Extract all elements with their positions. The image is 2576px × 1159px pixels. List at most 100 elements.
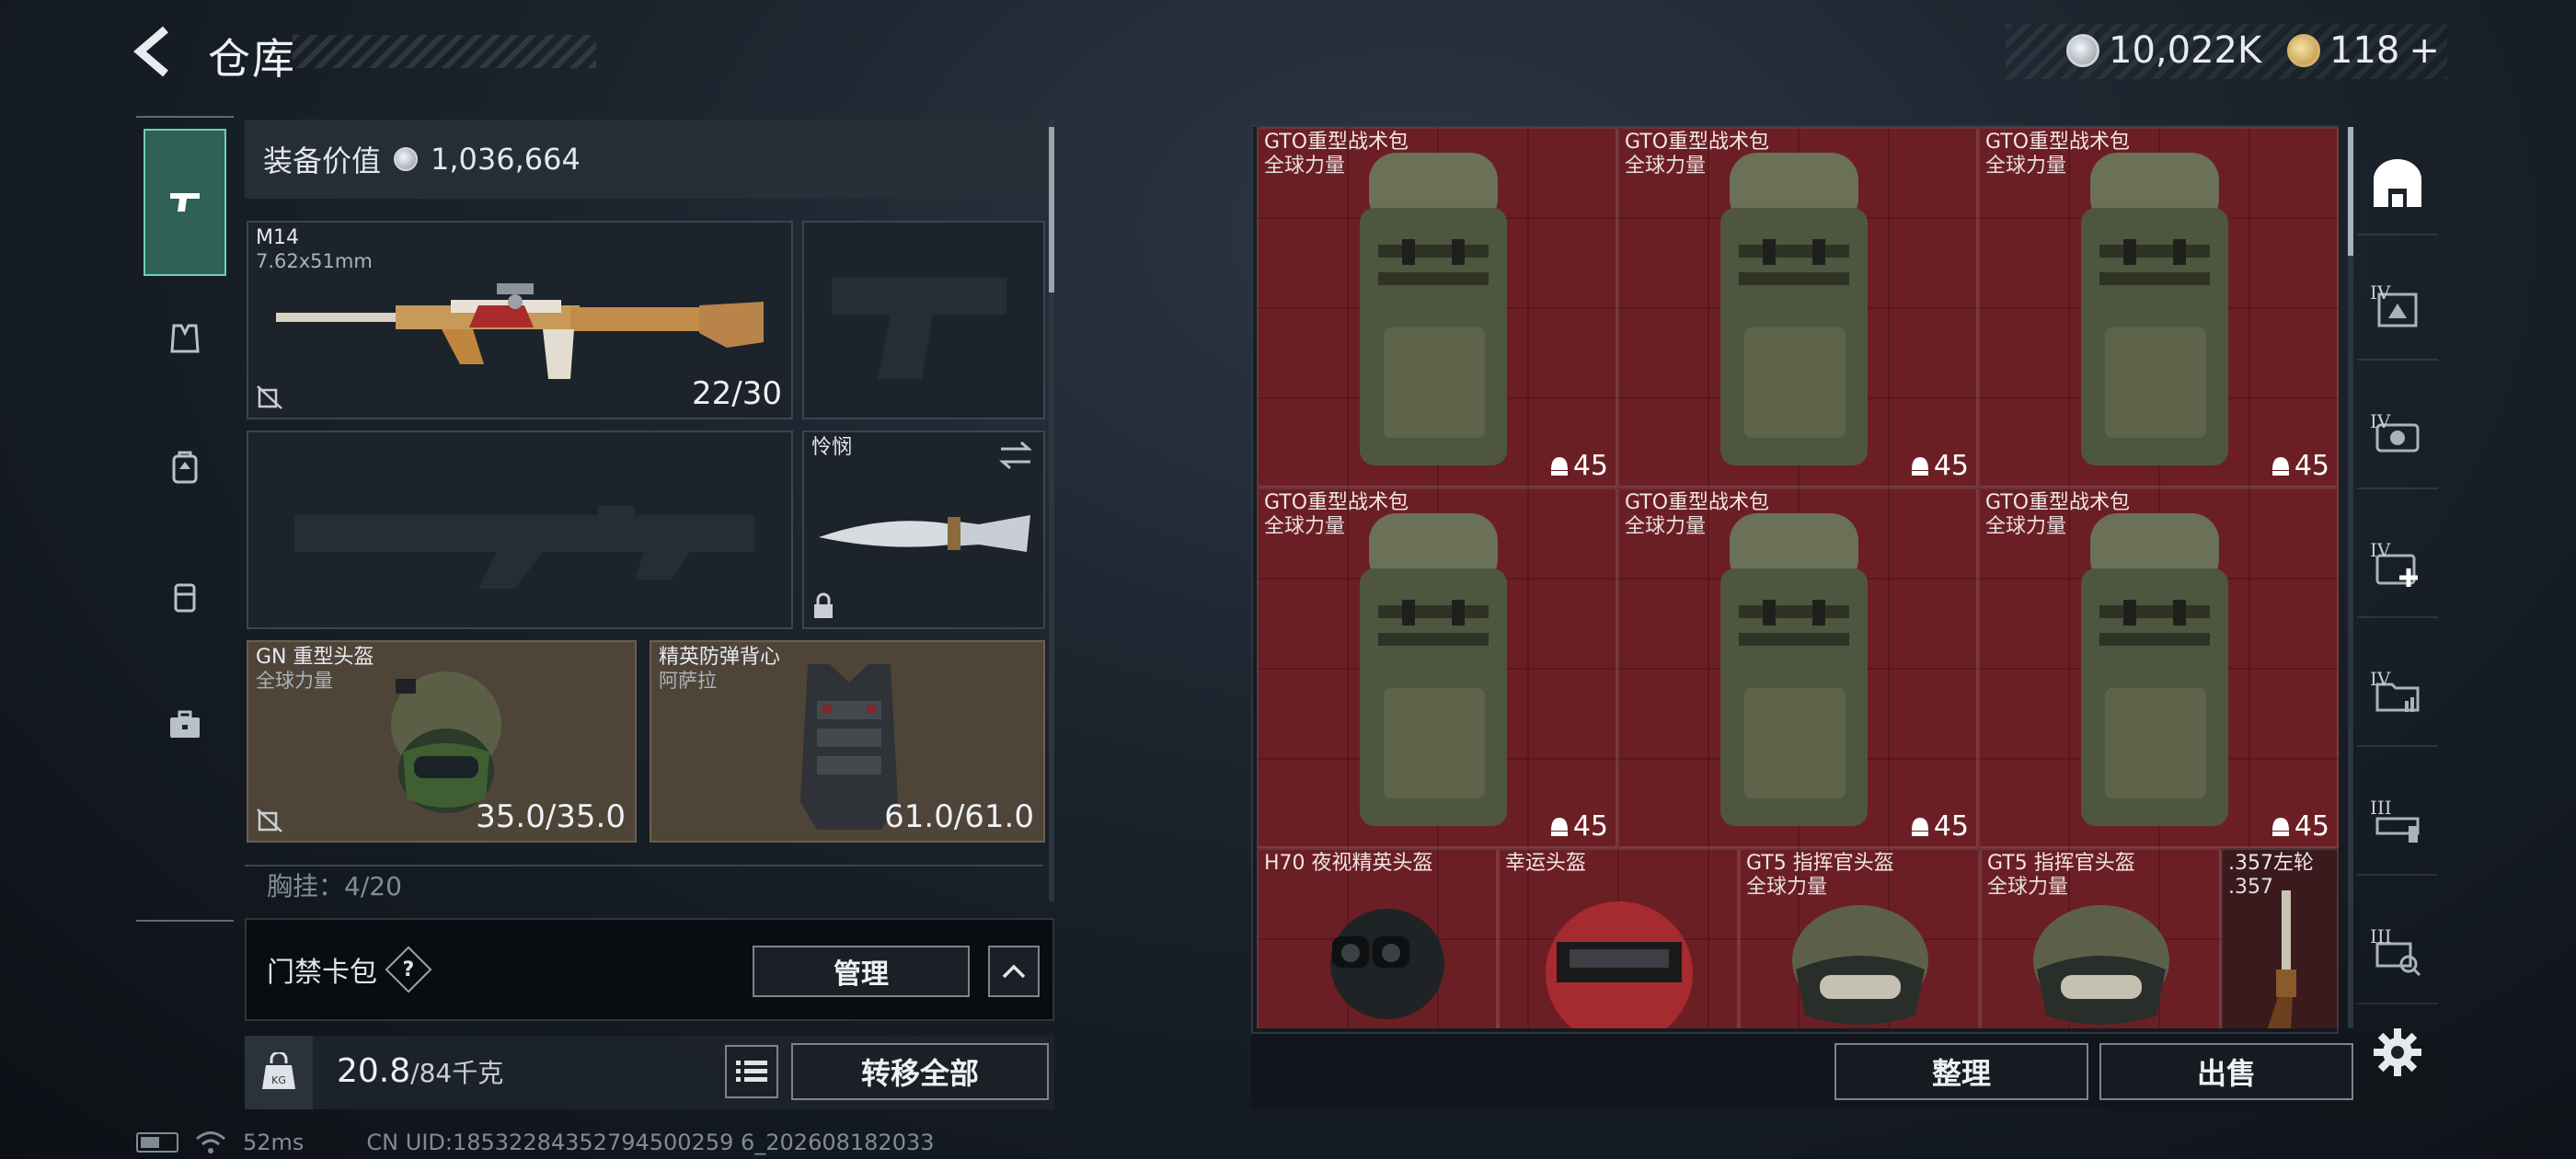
weight-value: 20.8/84千克 (337, 1052, 503, 1090)
storage-item[interactable]: GTO重型战术包 全球力量 45 (1617, 488, 1978, 848)
sort-button[interactable]: 整理 (1834, 1043, 2088, 1100)
ping: 52ms (243, 1130, 305, 1155)
tab-briefcase[interactable] (144, 679, 226, 771)
weight-bar: KG 20.8/84千克 转移全部 (245, 1036, 1054, 1109)
category-tabs (136, 116, 234, 922)
weight-current: 20.8 (337, 1052, 411, 1090)
case-icon (174, 583, 196, 613)
helmet-small-icon (1911, 456, 1928, 476)
storage-item[interactable]: GTO重型战术包 全球力量 45 (1978, 488, 2339, 848)
back-button[interactable] (129, 24, 184, 79)
helmet-small-icon (1911, 817, 1928, 836)
currency-silver-value: 10,022K (2109, 29, 2262, 72)
no-insurance-icon (257, 809, 282, 832)
storage-item[interactable]: GTO重型战术包 全球力量 45 (1257, 488, 1617, 848)
item-capacity: 45 (2271, 810, 2329, 843)
storage-item[interactable]: GTO重型战术包 全球力量 45 (1978, 127, 2339, 488)
tab-weapons[interactable] (144, 129, 226, 276)
status-line: 52ms CN UID:18532284352794500259 6_20260… (136, 1130, 935, 1155)
ammo-count: 22/30 (692, 375, 782, 412)
helmet-durability: 35.0/35.0 (476, 798, 626, 835)
lock-icon (814, 592, 833, 618)
expand-button[interactable] (988, 946, 1040, 997)
currency-gold[interactable]: 118 + (2287, 29, 2440, 72)
pistol-silhouette-icon (832, 278, 1006, 379)
item-brand: 全球力量 (1625, 515, 1707, 538)
list-view-button[interactable] (725, 1045, 778, 1098)
tier-label: IV (2370, 668, 2391, 690)
item-capacity: 45 (2271, 450, 2329, 482)
storage-grid: GTO重型战术包 全球力量 45 GTO重型战术包 全球力量 45 GTO重型战… (1257, 127, 2339, 1028)
filter-tier-iii-tool[interactable]: III (2357, 775, 2438, 876)
storage-item[interactable]: H70 夜视精英头盔 (1257, 848, 1498, 1028)
commander-helmet-image (1792, 905, 1928, 1025)
settings-button[interactable] (2368, 1023, 2427, 1082)
item-brand: 全球力量 (1625, 155, 1707, 178)
helmet-small-icon (1550, 817, 1568, 836)
item-capacity: 45 (1910, 810, 1969, 843)
chevron-left-icon (133, 26, 168, 77)
svg-text:KG: KG (271, 1074, 286, 1086)
filter-tier-iv-device[interactable]: IV (2357, 388, 2438, 489)
filter-tier-iii-search[interactable]: III (2357, 903, 2438, 1004)
item-name: 幸运头盔 (1505, 852, 1587, 875)
equipment-value: 装备价值 1,036,664 (245, 120, 1052, 199)
tier-label: IV (2370, 281, 2391, 304)
swap-icon[interactable] (997, 440, 1034, 471)
currency-gold-plus[interactable]: + (2409, 29, 2440, 72)
tier-label: IV (2370, 539, 2391, 561)
storage-item[interactable]: GT5 指挥官头盔 全球力量 (1980, 848, 2221, 1028)
chest-rig-row[interactable]: 胸挂：4/20 (245, 865, 1043, 898)
currency-silver[interactable]: 10,022K (2066, 29, 2261, 72)
helmet-brand: 全球力量 (256, 670, 333, 692)
storage-scrollbar[interactable] (2348, 127, 2353, 1028)
storage-item[interactable]: GTO重型战术包 全球力量 45 (1617, 127, 1978, 488)
storage-item[interactable]: GTO重型战术包 全球力量 45 (1257, 127, 1617, 488)
shelter-icon (2374, 159, 2421, 207)
manage-button[interactable]: 管理 (753, 946, 970, 997)
storage-scrollbar-thumb[interactable] (2348, 127, 2353, 256)
melee-name: 怜悯 (811, 436, 853, 459)
help-icon[interactable]: ? (385, 946, 432, 993)
keycard-case-row: 门禁卡包 ? 管理 (245, 918, 1054, 1021)
silver-coin-icon (2066, 34, 2099, 67)
title-decoration (293, 35, 596, 68)
sell-button[interactable]: 出售 (2099, 1043, 2353, 1100)
tier-label: IV (2370, 410, 2391, 432)
loadout-scrollbar-thumb[interactable] (1049, 127, 1054, 293)
armor-slot[interactable]: 精英防弹背心 阿萨拉 61.0/61.0 (650, 640, 1045, 843)
armor-brand: 阿萨拉 (659, 670, 717, 692)
backpack-image (1360, 513, 1507, 826)
equipment-value-amount: 1,036,664 (431, 142, 581, 177)
melee-slot[interactable]: 怜悯 (802, 430, 1045, 629)
knife-image (819, 515, 1030, 552)
secondary-weapon-slot[interactable] (247, 430, 793, 629)
bag-weight-icon: KG (245, 1036, 313, 1109)
transfer-all-button[interactable]: 转移全部 (791, 1043, 1049, 1100)
filter-tier-iv-folder[interactable]: IV (2357, 646, 2438, 747)
lucky-helmet-image (1546, 901, 1693, 1028)
storage-item[interactable]: GT5 指挥官头盔 全球力量 (1739, 848, 1980, 1028)
revolver-image (2267, 890, 2296, 1028)
filter-tier-iv-medkit[interactable]: IV (2357, 517, 2438, 618)
vest-icon (170, 324, 200, 353)
equipment-value-label: 装备价值 (263, 143, 382, 178)
filter-all[interactable] (2357, 134, 2438, 235)
item-brand: 全球力量 (1985, 155, 2067, 178)
primary-weapon-slot[interactable]: M14 7.62x51mm 22/30 (247, 221, 793, 419)
tab-container[interactable] (144, 550, 226, 642)
item-name: GT5 指挥官头盔 (1987, 852, 2135, 875)
keycard-case-label: 门禁卡包 (267, 957, 377, 989)
storage-item[interactable]: .357左轮 .357 (2221, 848, 2339, 1028)
storage-item[interactable]: 幸运头盔 (1498, 848, 1739, 1028)
tab-armor[interactable] (144, 293, 226, 384)
helmet-slot[interactable]: GN 重型头盔 全球力量 35.0/35.0 (247, 640, 637, 843)
tab-backpack[interactable] (144, 421, 226, 513)
filter-tier-iv-crate[interactable]: IV (2357, 259, 2438, 361)
item-brand: 全球力量 (1264, 515, 1346, 538)
tier-label: III (2370, 925, 2392, 947)
helmet-small-icon (2271, 456, 2289, 476)
tier-label: III (2370, 797, 2392, 819)
list-icon (736, 1061, 767, 1082)
sidearm-slot[interactable] (802, 221, 1045, 419)
